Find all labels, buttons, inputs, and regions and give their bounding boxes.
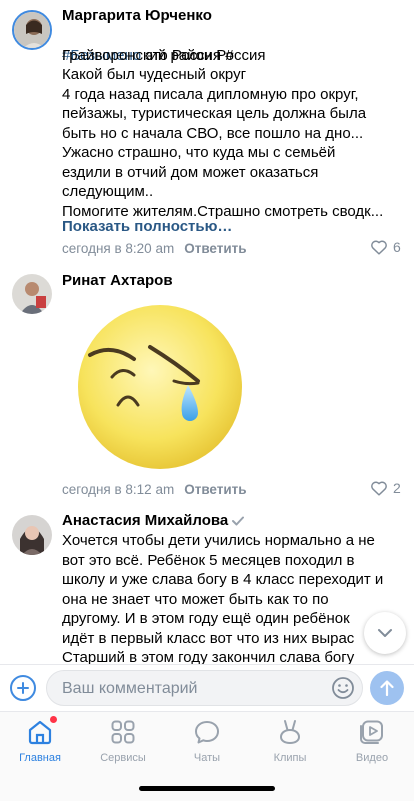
chats-icon (193, 718, 221, 746)
comment: Ринат Ахтаров сегодня в 8:12 am Ответить… (0, 265, 414, 505)
tab-label: Клипы (273, 752, 307, 764)
like-count: 2 (393, 480, 401, 496)
comment: Анастасия Михайлова Хочется чтобы дети у… (0, 505, 414, 665)
comment-input-box (46, 670, 363, 706)
arrow-up-icon (380, 680, 394, 696)
reply-button[interactable]: Ответить (184, 241, 246, 256)
home-indicator (139, 786, 275, 791)
plus-icon (17, 682, 29, 694)
reply-button[interactable]: Ответить (184, 482, 246, 497)
crying-face-sticker (76, 303, 244, 476)
tab-chats[interactable]: Чаты (167, 718, 247, 764)
like-button[interactable]: 6 (370, 239, 401, 255)
tab-label: Сервисы (100, 752, 146, 764)
attach-button[interactable] (10, 675, 36, 701)
tab-home[interactable]: Главная (0, 715, 80, 764)
comment-author[interactable]: Маргарита Юрченко (62, 7, 212, 24)
comment: Маргарита Юрченко #Безымено это Россия #… (0, 0, 414, 265)
like-count: 6 (393, 239, 401, 255)
tab-label: Чаты (193, 752, 221, 764)
notification-dot (49, 715, 58, 724)
home-icon (26, 715, 58, 746)
video-icon (358, 718, 386, 746)
tab-services[interactable]: Сервисы (83, 718, 163, 764)
avatar[interactable] (12, 515, 52, 555)
tab-label: Главная (19, 752, 61, 764)
comment-composer (0, 664, 414, 712)
comment-author[interactable]: Ринат Ахтаров (62, 272, 173, 289)
services-icon (109, 718, 137, 746)
comment-text: Грайворонский район Россия Какой был чуд… (62, 46, 384, 220)
comment-input[interactable] (60, 679, 324, 699)
emoji-icon[interactable] (331, 676, 355, 700)
chevron-down-icon (378, 629, 392, 637)
avatar[interactable] (12, 274, 52, 314)
scroll-down-button[interactable] (364, 612, 406, 654)
send-button[interactable] (370, 671, 404, 705)
tab-clips[interactable]: Клипы (250, 718, 330, 764)
comment-author[interactable]: Анастасия Михайлова (62, 512, 245, 529)
comment-time: сегодня в 8:20 am (62, 241, 175, 256)
comment-author-name: Анастасия Михайлова (62, 512, 229, 529)
tab-label: Видео (355, 752, 389, 764)
verified-check-icon (232, 516, 245, 526)
heart-icon (371, 240, 387, 255)
comment-time: сегодня в 8:12 am (62, 482, 175, 497)
like-button[interactable]: 2 (370, 480, 401, 496)
show-more-link[interactable]: Показать полностью… (62, 218, 232, 235)
comment-text: Хочется чтобы дети учились нормально а н… (62, 532, 384, 665)
clips-icon (276, 718, 304, 746)
tab-video[interactable]: Видео (332, 718, 412, 764)
heart-icon (371, 481, 387, 496)
comment-meta: сегодня в 8:12 am Ответить (62, 482, 247, 497)
avatar[interactable] (12, 10, 52, 50)
comment-meta: сегодня в 8:20 am Ответить (62, 241, 247, 256)
